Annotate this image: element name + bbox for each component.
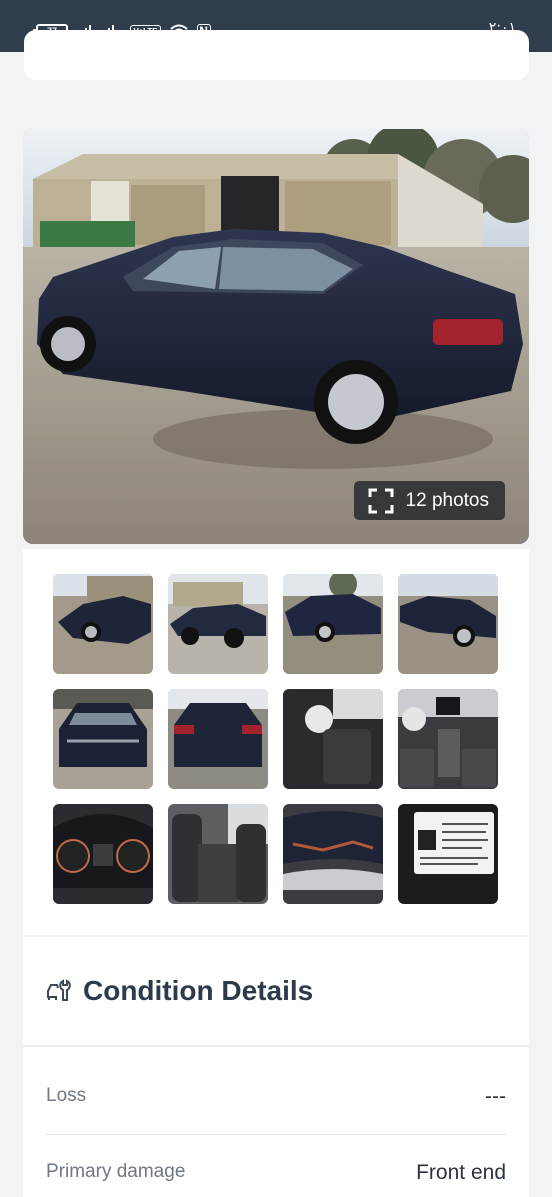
thumbnail-hood-damage[interactable] (283, 804, 383, 904)
thumbnail-left-side[interactable] (168, 574, 268, 674)
thumbnail-image (398, 804, 498, 904)
thumbnail-rear[interactable] (168, 689, 268, 789)
thumbnail-image (398, 574, 498, 674)
expand-icon (368, 488, 394, 513)
thumbnail-driver-interior[interactable] (283, 689, 383, 789)
thumbnail-dashboard[interactable] (398, 689, 498, 789)
thumbnail-image (168, 689, 268, 789)
condition-row-loss: Loss --- (46, 1049, 506, 1135)
condition-details-card: Condition Details Loss --- Primary damag… (23, 937, 529, 1197)
thumbnail-image (168, 574, 268, 674)
previous-card (24, 30, 529, 80)
thumbnail-image (53, 689, 153, 789)
thumbnail-rear-seats[interactable] (168, 804, 268, 904)
thumbnail-image (283, 804, 383, 904)
thumbnail-instrument-cluster[interactable] (53, 804, 153, 904)
row-label: Primary damage (46, 1161, 186, 1182)
thumbnail-image (53, 574, 153, 674)
thumbnail-front-damage[interactable] (53, 689, 153, 789)
thumbnail-rear-left[interactable] (283, 574, 383, 674)
photo-gallery (23, 549, 529, 935)
hero-photo[interactable]: 12 photos (23, 129, 529, 544)
condition-header: Condition Details (23, 937, 529, 1047)
thumbnail-image (283, 689, 383, 789)
thumbnail-front-left[interactable] (53, 574, 153, 674)
row-value: Front end (416, 1161, 506, 1184)
row-label: Loss (46, 1085, 87, 1106)
view-photos-button[interactable]: 12 photos (353, 481, 505, 520)
row-value: --- (485, 1085, 506, 1108)
condition-row-primary-damage: Primary damage Front end (46, 1135, 506, 1197)
thumbnail-image (53, 804, 153, 904)
thumbnail-grid (53, 574, 498, 904)
thumbnail-image (398, 689, 498, 789)
thumbnail-image (283, 574, 383, 674)
car-wrench-icon (47, 979, 71, 1001)
thumbnail-vin-label[interactable] (398, 804, 498, 904)
photos-count-label: 12 photos (405, 489, 489, 511)
thumbnail-front-right[interactable] (398, 574, 498, 674)
thumbnail-image (168, 804, 268, 904)
condition-title: Condition Details (83, 975, 314, 1006)
